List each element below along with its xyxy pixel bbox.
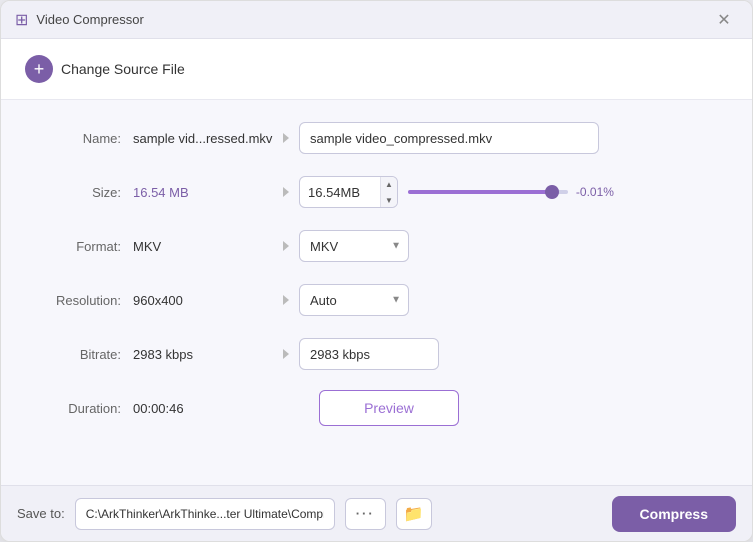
app-icon: ⊞ (15, 10, 28, 30)
bitrate-row: Bitrate: 2983 kbps (31, 336, 722, 372)
bitrate-label: Bitrate: (31, 347, 121, 362)
arrow-icon-name (283, 133, 289, 143)
name-label: Name: (31, 131, 121, 146)
browse-dots-button[interactable]: ··· (345, 498, 386, 530)
size-slider-wrap: -0.01% (408, 185, 722, 199)
duration-row: Duration: 00:00:46 Preview (31, 390, 722, 426)
spin-down-button[interactable]: ▼ (381, 192, 397, 208)
bitrate-source-value: 2983 kbps (133, 347, 273, 362)
title-bar-left: ⊞ Video Compressor (15, 10, 144, 30)
change-source-button[interactable]: + Change Source File (21, 53, 189, 85)
arrow-icon-size (283, 187, 289, 197)
size-spinbox: ▲ ▼ (299, 176, 398, 208)
format-row: Format: MKV MKV MP4 AVI MOV WMV ▼ (31, 228, 722, 264)
duration-source-value: 00:00:46 (133, 401, 273, 416)
plus-icon: + (25, 55, 53, 83)
name-output-area (299, 122, 722, 154)
duration-label: Duration: (31, 401, 121, 416)
resolution-select[interactable]: Auto 1920x1080 1280x720 960x400 640x360 (299, 284, 409, 316)
bitrate-output-input[interactable] (299, 338, 439, 370)
bitrate-output-area (299, 338, 722, 370)
open-folder-button[interactable]: 📁 (396, 498, 432, 530)
resolution-label: Resolution: (31, 293, 121, 308)
arrow-icon-bitrate (283, 349, 289, 359)
main-content: Name: sample vid...ressed.mkv Size: 16.5… (1, 100, 752, 485)
compress-button[interactable]: Compress (612, 496, 736, 532)
name-output-input[interactable] (299, 122, 599, 154)
name-source-value: sample vid...ressed.mkv (133, 131, 273, 146)
folder-icon: 📁 (404, 504, 424, 524)
size-slider[interactable] (408, 190, 568, 194)
window-title: Video Compressor (36, 12, 143, 27)
size-output-area: ▲ ▼ -0.01% (299, 176, 722, 208)
save-to-label: Save to: (17, 506, 65, 521)
size-input[interactable] (300, 185, 380, 200)
close-button[interactable]: ✕ (710, 6, 738, 34)
save-path-input[interactable] (75, 498, 335, 530)
format-label: Format: (31, 239, 121, 254)
format-select-wrap: MKV MP4 AVI MOV WMV ▼ (299, 230, 409, 262)
duration-output-area: Preview (319, 390, 722, 426)
resolution-row: Resolution: 960x400 Auto 1920x1080 1280x… (31, 282, 722, 318)
toolbar: + Change Source File (1, 39, 752, 100)
size-source-value: 16.54 MB (133, 185, 273, 200)
format-select[interactable]: MKV MP4 AVI MOV WMV (299, 230, 409, 262)
spin-buttons: ▲ ▼ (380, 176, 397, 208)
resolution-output-area: Auto 1920x1080 1280x720 960x400 640x360 … (299, 284, 722, 316)
size-row: Size: 16.54 MB ▲ ▼ -0.01% (31, 174, 722, 210)
footer: Save to: ··· 📁 Compress (1, 485, 752, 541)
size-percent-label: -0.01% (576, 185, 614, 199)
resolution-select-wrap: Auto 1920x1080 1280x720 960x400 640x360 … (299, 284, 409, 316)
format-output-area: MKV MP4 AVI MOV WMV ▼ (299, 230, 722, 262)
spin-up-button[interactable]: ▲ (381, 176, 397, 192)
name-row: Name: sample vid...ressed.mkv (31, 120, 722, 156)
preview-button[interactable]: Preview (319, 390, 459, 426)
format-source-value: MKV (133, 239, 273, 254)
arrow-icon-format (283, 241, 289, 251)
title-bar: ⊞ Video Compressor ✕ (1, 1, 752, 39)
arrow-icon-resolution (283, 295, 289, 305)
app-window: ⊞ Video Compressor ✕ + Change Source Fil… (0, 0, 753, 542)
resolution-source-value: 960x400 (133, 293, 273, 308)
size-label: Size: (31, 185, 121, 200)
change-source-label: Change Source File (61, 61, 185, 77)
